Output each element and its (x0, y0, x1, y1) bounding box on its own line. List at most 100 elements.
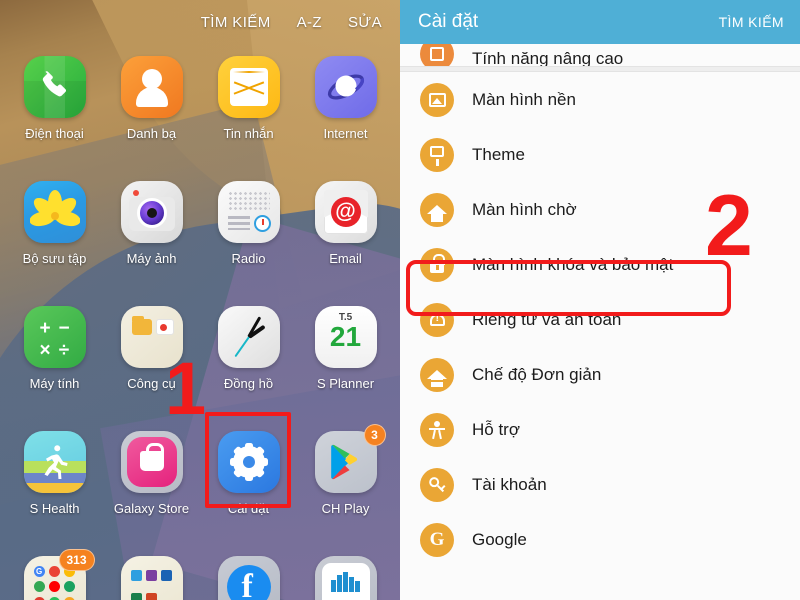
vpn-icon: VPN (314, 556, 377, 600)
app-label: Điện thoại (25, 126, 84, 141)
app-label: Công cụ (127, 376, 176, 391)
theme-icon (420, 137, 454, 172)
app-folder-google[interactable]: G 313 (6, 549, 103, 600)
app-icon-cong-cu[interactable]: Công cụ (103, 306, 200, 431)
app-icon-cai-dat[interactable]: Cài đặt (200, 431, 297, 556)
app-label: Galaxy Store (113, 501, 190, 516)
settings-row-google[interactable]: G Google (400, 512, 800, 567)
settings-gear-icon (217, 431, 280, 493)
app-icon-facebook[interactable]: f (200, 556, 297, 600)
settings-row-accessibility[interactable]: Hỗ trợ (400, 402, 800, 457)
home-screen-panel: TÌM KIẾM A-Z SỬA Điện thoại Danh bạ Tin … (0, 0, 400, 600)
contacts-icon (120, 56, 183, 118)
settings-row-theme[interactable]: Theme (400, 127, 800, 182)
home-screen-icon (420, 192, 454, 227)
calculator-icon: + − × ÷ (23, 306, 86, 368)
app-badge-count: 3 (363, 424, 386, 446)
app-icon-internet[interactable]: Internet (297, 56, 394, 181)
play-store-icon: 3 (314, 424, 386, 493)
settings-row-easy-mode[interactable]: Chế độ Đơn giản (400, 347, 800, 402)
google-icon: G (420, 522, 454, 557)
settings-row-advanced-features[interactable]: Tính năng nâng cao (400, 44, 800, 66)
wallpaper-icon (420, 82, 454, 117)
app-folder-microsoft[interactable] (103, 556, 200, 600)
home-top-bar: TÌM KIẾM A-Z SỬA (0, 0, 400, 44)
settings-row-accounts[interactable]: Tài khoản (400, 457, 800, 512)
app-icon-may-tinh[interactable]: + − × ÷ Máy tính (6, 306, 103, 431)
app-icon-s-health[interactable]: S Health (6, 431, 103, 556)
settings-row-label: Theme (472, 144, 525, 164)
tools-folder-icon (120, 306, 183, 368)
calendar-icon: T.5 21 (314, 306, 377, 368)
facebook-icon: f (217, 556, 280, 600)
settings-row-label: Riêng tư và an toàn (472, 309, 622, 329)
settings-row-label: Màn hình khóa và bảo mật (472, 254, 674, 274)
page-title: Cài đặt (418, 11, 479, 32)
settings-row-label: Google (472, 529, 527, 549)
settings-list[interactable]: Tính năng nâng cao Màn hình nền Theme Mà… (400, 44, 800, 600)
app-icon-ch-play[interactable]: 3 CH Play (297, 424, 394, 556)
app-icon-dong-ho[interactable]: Đồng hồ (200, 306, 297, 431)
settings-panel: Cài đặt TÌM KIẾM Tính năng nâng cao Màn … (400, 0, 800, 600)
app-icon-radio[interactable]: Radio (200, 181, 297, 306)
google-folder-icon: G 313 (23, 549, 95, 600)
app-label: Email (329, 251, 362, 266)
app-label: Radio (231, 251, 266, 266)
app-label: Bộ sưu tập (22, 251, 87, 266)
settings-row-privacy-safety[interactable]: Riêng tư và an toàn (400, 292, 800, 347)
folder-badge-count: 313 (58, 549, 95, 571)
settings-search-action[interactable]: TÌM KIẾM (719, 14, 784, 30)
galaxy-store-icon (120, 431, 183, 493)
app-icon-may-anh[interactable]: Máy ảnh (103, 181, 200, 306)
app-icon-bo-suu-tap[interactable]: Bộ sưu tập (6, 181, 103, 306)
gallery-icon (23, 181, 86, 243)
app-label: S Health (29, 501, 80, 516)
calendar-day: 21 (329, 321, 362, 352)
accounts-key-icon (420, 467, 454, 502)
advanced-features-icon (420, 44, 454, 66)
app-icon-vpn[interactable]: VPN (297, 556, 394, 600)
home-sort-az-action[interactable]: A-Z (297, 14, 322, 31)
screenshot-root: TÌM KIẾM A-Z SỬA Điện thoại Danh bạ Tin … (0, 0, 800, 600)
phone-icon (23, 56, 86, 118)
privacy-safety-icon (420, 302, 454, 337)
internet-browser-icon (314, 56, 377, 118)
app-icon-tin-nhan[interactable]: Tin nhắn (200, 56, 297, 181)
email-icon: @ (314, 181, 377, 243)
app-grid: Điện thoại Danh bạ Tin nhắn Internet Bộ … (0, 44, 400, 600)
settings-row-label: Chế độ Đơn giản (472, 364, 602, 384)
settings-row-label: Màn hình chờ (472, 199, 577, 219)
app-label: Đồng hồ (223, 376, 274, 391)
app-icon-danh-ba[interactable]: Danh bạ (103, 56, 200, 181)
settings-header: Cài đặt TÌM KIẾM (400, 0, 800, 44)
settings-row-label: Hỗ trợ (472, 419, 520, 439)
app-icon-galaxy-store[interactable]: Galaxy Store (103, 431, 200, 556)
settings-row-home-screen[interactable]: Màn hình chờ (400, 182, 800, 237)
easy-mode-icon (420, 357, 454, 392)
app-label: Tin nhắn (223, 126, 274, 141)
radio-icon (217, 181, 280, 243)
app-label: Cài đặt (227, 501, 270, 516)
app-label: Danh bạ (126, 126, 177, 141)
settings-row-label: Tài khoản (472, 474, 547, 494)
accessibility-icon (420, 412, 454, 447)
settings-row-lock-screen-security[interactable]: Màn hình khóa và bảo mật (400, 237, 800, 292)
app-label: Internet (323, 126, 368, 141)
app-label: Máy ảnh (126, 251, 177, 266)
settings-row-label: Màn hình nền (472, 89, 576, 109)
clock-icon (217, 306, 280, 368)
settings-row-wallpaper[interactable]: Màn hình nền (400, 72, 800, 127)
app-label: Máy tính (29, 376, 80, 391)
s-health-icon (23, 431, 86, 493)
app-label: S Planner (316, 376, 375, 391)
settings-row-label: Tính năng nâng cao (472, 49, 624, 66)
app-icon-s-planner[interactable]: T.5 21 S Planner (297, 306, 394, 431)
microsoft-folder-icon (120, 556, 183, 600)
camera-icon (120, 181, 183, 243)
home-search-action[interactable]: TÌM KIẾM (201, 14, 271, 31)
lock-screen-security-icon (420, 247, 454, 282)
messages-icon (217, 56, 280, 118)
home-edit-action[interactable]: SỬA (348, 14, 382, 31)
app-icon-email[interactable]: @ Email (297, 181, 394, 306)
app-icon-dien-thoai[interactable]: Điện thoại (6, 56, 103, 181)
